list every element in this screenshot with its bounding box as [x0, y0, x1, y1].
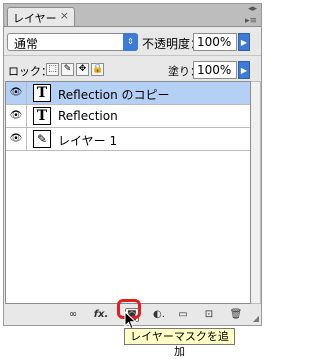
lock-transparent-icon[interactable]: ⬚ [46, 63, 59, 76]
folder-icon[interactable]: ▭ [175, 308, 191, 322]
layers-panel: レイヤー × ◂▸ ▸≡ 通常 ⇕ 不透明度： 100% ▶ ロック： ⬚ ✎ … [3, 3, 262, 326]
eye-icon[interactable]: 👁 [6, 82, 27, 104]
layer-name: Reflection [58, 109, 118, 123]
collapse-icon[interactable]: ◂▸ [248, 5, 257, 14]
layer-row-reflection-copy[interactable]: 👁 T Reflection のコピー [6, 82, 250, 105]
lock-position-icon[interactable]: ✥ [76, 63, 89, 76]
layer-row-reflection[interactable]: 👁 T Reflection [6, 105, 250, 128]
resize-grip-icon[interactable]: ◢ [253, 314, 259, 323]
tooltip: レイヤーマスクを追加 [124, 328, 235, 358]
tab-layers-label: レイヤー [13, 12, 57, 25]
lock-fill-row: ロック： ⬚ ✎ ✥ 🔒 塗り： 100% ▶ [4, 60, 261, 82]
trash-icon[interactable]: 🗑 [228, 308, 244, 322]
lock-all-icon[interactable]: 🔒 [91, 63, 104, 76]
blend-mode-select[interactable]: 通常 ⇕ [7, 33, 138, 51]
fill-input[interactable]: 100% [193, 61, 237, 79]
link-icon[interactable]: ∞ [64, 308, 82, 322]
blend-opacity-row: 通常 ⇕ 不透明度： 100% ▶ [4, 31, 261, 55]
panel-menu-icon[interactable]: ▸≡ [245, 16, 257, 26]
layer-name: レイヤー 1 [58, 134, 118, 148]
adjustment-layer-icon[interactable]: ◐. [149, 308, 169, 322]
tab-layers[interactable]: レイヤー × [7, 7, 75, 26]
eye-icon[interactable]: 👁 [6, 128, 27, 150]
updown-arrow-icon: ⇕ [123, 33, 138, 51]
layer-list: 👁 T Reflection のコピー 👁 T Reflection 👁 ✎ レ… [5, 81, 251, 304]
blend-mode-value: 通常 [14, 37, 39, 51]
fill-slider-button[interactable]: ▶ [238, 61, 250, 79]
lock-image-icon[interactable]: ✎ [61, 63, 74, 76]
opacity-slider-button[interactable]: ▶ [238, 33, 250, 51]
layer-name: Reflection のコピー [58, 88, 170, 102]
divider [4, 55, 261, 56]
layer-row-layer1[interactable]: 👁 ✎ レイヤー 1 [6, 128, 250, 151]
text-layer-thumbnail-icon: T [33, 107, 51, 125]
brush-layer-thumbnail-icon: ✎ [33, 130, 51, 148]
fx-icon[interactable]: fx. [90, 308, 112, 322]
close-icon[interactable]: × [60, 9, 69, 22]
panel-tab-bar: レイヤー × ◂▸ ▸≡ [4, 4, 261, 27]
opacity-input[interactable]: 100% [193, 33, 237, 51]
new-layer-icon[interactable]: ⊡ [201, 308, 217, 322]
layer-list-scrollbar[interactable] [251, 81, 261, 304]
text-layer-thumbnail-icon: T [33, 84, 51, 102]
eye-icon[interactable]: 👁 [6, 105, 27, 127]
